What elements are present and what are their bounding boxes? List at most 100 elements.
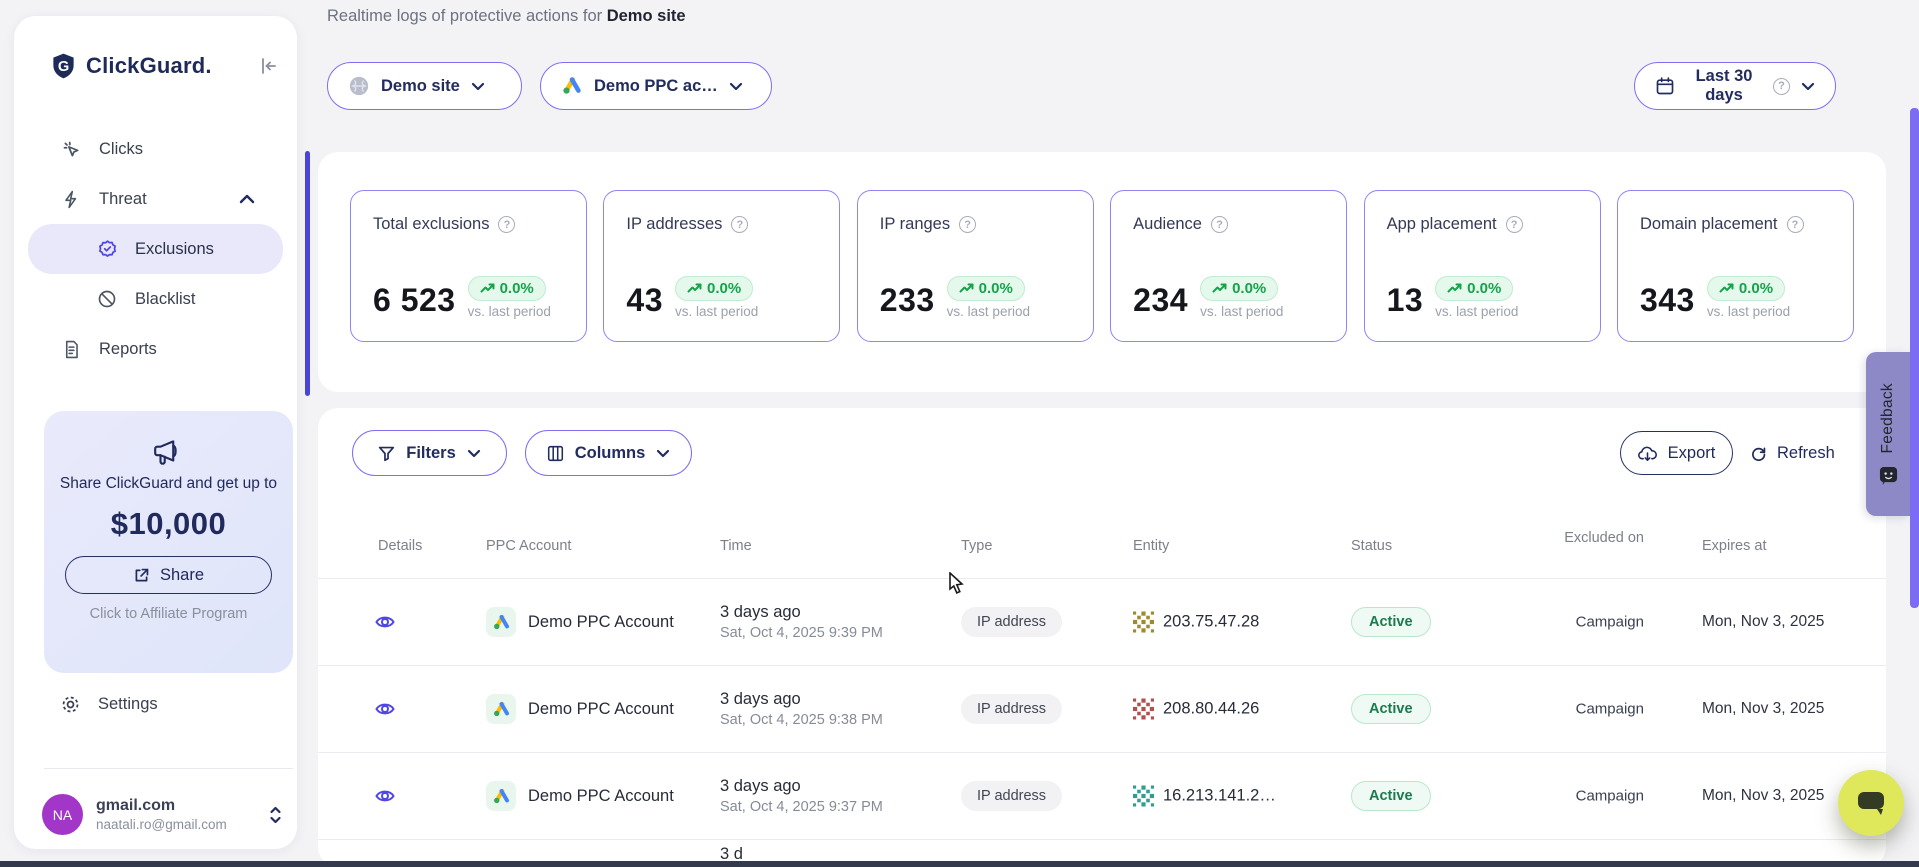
sidebar-collapse-icon[interactable]: [259, 56, 279, 76]
row-entity-value: 208.80.44.26: [1163, 700, 1259, 719]
share-button[interactable]: Share: [65, 556, 272, 594]
page-scrollbar[interactable]: [1910, 108, 1919, 608]
ppc-account-selector-dropdown[interactable]: Demo PPC ac…: [540, 62, 772, 110]
sidebar-item-blacklist[interactable]: Blacklist: [14, 274, 297, 324]
promo-amount: $10,000: [44, 506, 293, 542]
stat-label: App placement: [1387, 215, 1497, 234]
google-ads-icon: [486, 781, 516, 811]
sidebar-item-exclusions[interactable]: Exclusions: [28, 224, 283, 274]
stat-compare-label: vs. last period: [468, 304, 551, 319]
site-selector-dropdown[interactable]: Demo site: [327, 62, 522, 110]
row-type-chip: IP address: [961, 607, 1062, 637]
refresh-label: Refresh: [1777, 444, 1835, 463]
select-chevrons-icon: [269, 805, 282, 825]
megaphone-icon: [44, 437, 293, 467]
chat-launcher-button[interactable]: [1838, 770, 1904, 836]
help-icon[interactable]: [1211, 216, 1228, 233]
chevron-down-icon: [729, 82, 743, 91]
cursor-click-icon: [60, 139, 82, 160]
sidebar: G ClickGuard. Clicks Threat Exclusions: [14, 16, 297, 849]
google-ads-icon: [486, 694, 516, 724]
sidebar-item-clicks[interactable]: Clicks: [14, 124, 297, 174]
column-header-excluded-on[interactable]: Excluded on: [1526, 528, 1644, 548]
sidebar-item-settings[interactable]: Settings: [60, 694, 158, 715]
feedback-tab[interactable]: Feedback: [1866, 352, 1910, 516]
external-link-icon: [133, 567, 150, 584]
columns-dropdown[interactable]: Columns: [525, 430, 692, 476]
table-row[interactable]: Demo PPC Account 3 days ago Sat, Oct 4, …: [318, 752, 1886, 839]
sidebar-item-label: Settings: [98, 695, 158, 714]
row-expires-at: Mon, Nov 3, 2025: [1702, 613, 1824, 631]
row-type-chip: IP address: [961, 694, 1062, 724]
trending-up-icon: [480, 283, 495, 294]
page-subtitle-site: Demo site: [607, 7, 686, 25]
export-button[interactable]: Export: [1620, 431, 1733, 475]
app-logo[interactable]: G ClickGuard.: [50, 52, 212, 80]
clickguard-shield-icon: G: [50, 52, 77, 80]
sidebar-item-reports[interactable]: Reports: [14, 324, 297, 374]
export-label: Export: [1668, 444, 1716, 463]
stat-change-badge: 0.0%: [468, 276, 546, 301]
stat-label: IP ranges: [880, 215, 950, 234]
help-icon[interactable]: [1787, 216, 1804, 233]
user-workspace-name: gmail.com: [96, 797, 227, 815]
table-row[interactable]: Demo PPC Account 3 days ago Sat, Oct 4, …: [318, 665, 1886, 752]
column-header-ppc-account[interactable]: PPC Account: [486, 538, 571, 554]
chevron-down-icon: [467, 449, 481, 458]
column-header-type[interactable]: Type: [961, 538, 992, 554]
stats-panel: Total exclusions 6 523 0.0% vs. last per…: [318, 152, 1886, 392]
help-icon[interactable]: [498, 216, 515, 233]
svg-text:G: G: [58, 59, 69, 75]
stat-change-value: 0.0%: [500, 280, 534, 297]
ppc-account-selector-label: Demo PPC ac…: [594, 77, 718, 96]
table-row[interactable]: Demo PPC Account 3 days ago Sat, Oct 4, …: [318, 578, 1886, 665]
viewport-bottom-edge: [0, 861, 1919, 867]
filters-dropdown[interactable]: Filters: [352, 430, 507, 476]
date-range-dropdown[interactable]: Last 30 days: [1634, 62, 1836, 110]
affiliate-promo-card[interactable]: Share ClickGuard and get up to $10,000 S…: [44, 411, 293, 673]
row-account-name: Demo PPC Account: [528, 787, 674, 806]
view-details-eye-icon[interactable]: [375, 613, 395, 631]
stat-compare-label: vs. last period: [1435, 304, 1518, 319]
stat-change-value: 0.0%: [1467, 280, 1501, 297]
stat-change-badge: 0.0%: [947, 276, 1025, 301]
sidebar-scrollbar[interactable]: [305, 151, 310, 396]
row-time-exact: Sat, Oct 4, 2025 9:37 PM: [720, 799, 883, 815]
row-expires-at: Mon, Nov 3, 2025: [1702, 787, 1824, 805]
row-time-relative: 3 days ago: [720, 603, 883, 622]
sidebar-divider: [44, 768, 293, 769]
column-header-status[interactable]: Status: [1351, 538, 1392, 554]
stat-change-value: 0.0%: [1739, 280, 1773, 297]
stat-card-total-exclusions: Total exclusions 6 523 0.0% vs. last per…: [350, 190, 587, 342]
column-header-time[interactable]: Time: [720, 538, 752, 554]
stat-label: Domain placement: [1640, 215, 1778, 234]
row-time-exact: Sat, Oct 4, 2025 9:38 PM: [720, 712, 883, 728]
column-header-details[interactable]: Details: [378, 538, 422, 554]
column-header-expires-at[interactable]: Expires at: [1702, 538, 1766, 554]
column-header-entity[interactable]: Entity: [1133, 538, 1169, 554]
refresh-button[interactable]: Refresh: [1750, 431, 1835, 475]
sidebar-item-label: Exclusions: [135, 240, 214, 259]
stat-value: 234: [1133, 282, 1188, 319]
row-excluded-on: Campaign: [1526, 788, 1644, 805]
account-switcher[interactable]: NA gmail.com naatali.ro@gmail.com: [42, 794, 282, 835]
help-icon[interactable]: [1506, 216, 1523, 233]
stat-compare-label: vs. last period: [675, 304, 758, 319]
view-details-eye-icon[interactable]: [375, 700, 395, 718]
page-subtitle: Realtime logs of protective actions for …: [327, 7, 686, 26]
page-subtitle-text: Realtime logs of protective actions for: [327, 7, 607, 25]
google-ads-icon: [486, 607, 516, 637]
calendar-icon: [1655, 76, 1675, 96]
help-icon[interactable]: [731, 216, 748, 233]
view-details-eye-icon[interactable]: [375, 787, 395, 805]
sidebar-item-threat[interactable]: Threat: [14, 174, 297, 224]
help-icon[interactable]: [959, 216, 976, 233]
row-time-relative: 3 days ago: [720, 777, 883, 796]
promo-headline: Share ClickGuard and get up to: [44, 471, 293, 496]
stat-value: 343: [1640, 282, 1695, 319]
row-excluded-on: Campaign: [1526, 701, 1644, 718]
stat-card-ip-addresses: IP addresses 43 0.0% vs. last period: [603, 190, 840, 342]
columns-icon: [547, 445, 564, 462]
status-badge: Active: [1351, 781, 1431, 811]
row-time-exact: Sat, Oct 4, 2025 9:39 PM: [720, 625, 883, 641]
